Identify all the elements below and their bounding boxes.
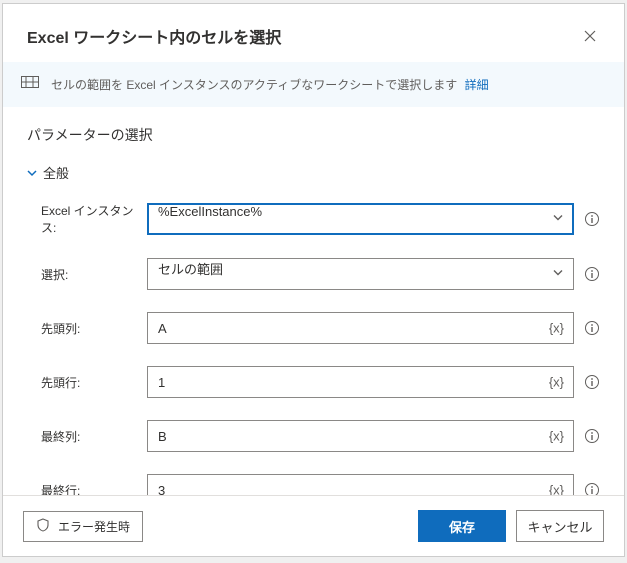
label-end-row: 最終行: bbox=[41, 482, 147, 496]
input-end-row[interactable] bbox=[147, 474, 574, 495]
row-select: 選択: セルの範囲 bbox=[27, 258, 600, 290]
info-text: セルの範囲を Excel インスタンスのアクティブなワークシートで選択します 詳… bbox=[51, 76, 489, 93]
info-icon-start-row[interactable] bbox=[584, 374, 600, 390]
on-error-label: エラー発生時 bbox=[58, 518, 130, 535]
row-start-row: 先頭行: {x} bbox=[27, 366, 600, 398]
cancel-button[interactable]: キャンセル bbox=[516, 510, 604, 542]
chevron-down-icon bbox=[552, 267, 564, 282]
section-title: パラメーターの選択 bbox=[27, 125, 600, 145]
dialog-header: Excel ワークシート内のセルを選択 bbox=[3, 4, 624, 62]
row-start-column: 先頭列: {x} bbox=[27, 312, 600, 344]
input-start-row[interactable] bbox=[147, 366, 574, 398]
info-banner: セルの範囲を Excel インスタンスのアクティブなワークシートで選択します 詳… bbox=[3, 62, 624, 107]
row-end-column: 最終列: {x} bbox=[27, 420, 600, 452]
row-excel-instance: Excel インスタンス: %ExcelInstance% bbox=[27, 202, 600, 236]
dropdown-excel-instance-value: %ExcelInstance% bbox=[158, 204, 262, 219]
group-general-label: 全般 bbox=[43, 163, 69, 182]
info-icon-end-row[interactable] bbox=[584, 482, 600, 495]
chevron-down-icon bbox=[27, 168, 37, 178]
label-excel-instance: Excel インスタンス: bbox=[41, 202, 147, 236]
on-error-button[interactable]: エラー発生時 bbox=[23, 511, 143, 542]
dialog-window: Excel ワークシート内のセルを選択 セルの範囲を Excel インスタンスの… bbox=[2, 3, 625, 557]
info-text-content: セルの範囲を Excel インスタンスのアクティブなワークシートで選択します bbox=[51, 78, 457, 92]
label-end-column: 最終列: bbox=[41, 428, 147, 445]
dropdown-excel-instance[interactable]: %ExcelInstance% bbox=[147, 203, 574, 235]
info-icon-excel-instance[interactable] bbox=[584, 211, 600, 227]
input-start-column[interactable] bbox=[147, 312, 574, 344]
close-icon bbox=[584, 30, 596, 42]
close-button[interactable] bbox=[580, 26, 600, 46]
dropdown-select-value: セルの範囲 bbox=[158, 262, 223, 277]
group-general-toggle[interactable]: 全般 bbox=[27, 163, 600, 182]
save-button[interactable]: 保存 bbox=[418, 510, 506, 542]
excel-action-icon bbox=[21, 74, 39, 95]
info-icon-start-column[interactable] bbox=[584, 320, 600, 336]
label-select: 選択: bbox=[41, 266, 147, 283]
dialog-title: Excel ワークシート内のセルを選択 bbox=[27, 24, 281, 48]
input-end-column[interactable] bbox=[147, 420, 574, 452]
info-icon-select[interactable] bbox=[584, 266, 600, 282]
dialog-body: パラメーターの選択 全般 Excel インスタンス: %ExcelInstanc… bbox=[3, 107, 624, 495]
shield-icon bbox=[36, 518, 50, 535]
footer-buttons: 保存 キャンセル bbox=[418, 510, 604, 542]
dropdown-select[interactable]: セルの範囲 bbox=[147, 258, 574, 290]
label-start-row: 先頭行: bbox=[41, 374, 147, 391]
info-icon-end-column[interactable] bbox=[584, 428, 600, 444]
label-start-column: 先頭列: bbox=[41, 320, 147, 337]
row-end-row: 最終行: {x} bbox=[27, 474, 600, 495]
info-details-link[interactable]: 詳細 bbox=[465, 78, 489, 92]
chevron-down-icon bbox=[552, 212, 564, 227]
dialog-footer: エラー発生時 保存 キャンセル bbox=[3, 495, 624, 556]
